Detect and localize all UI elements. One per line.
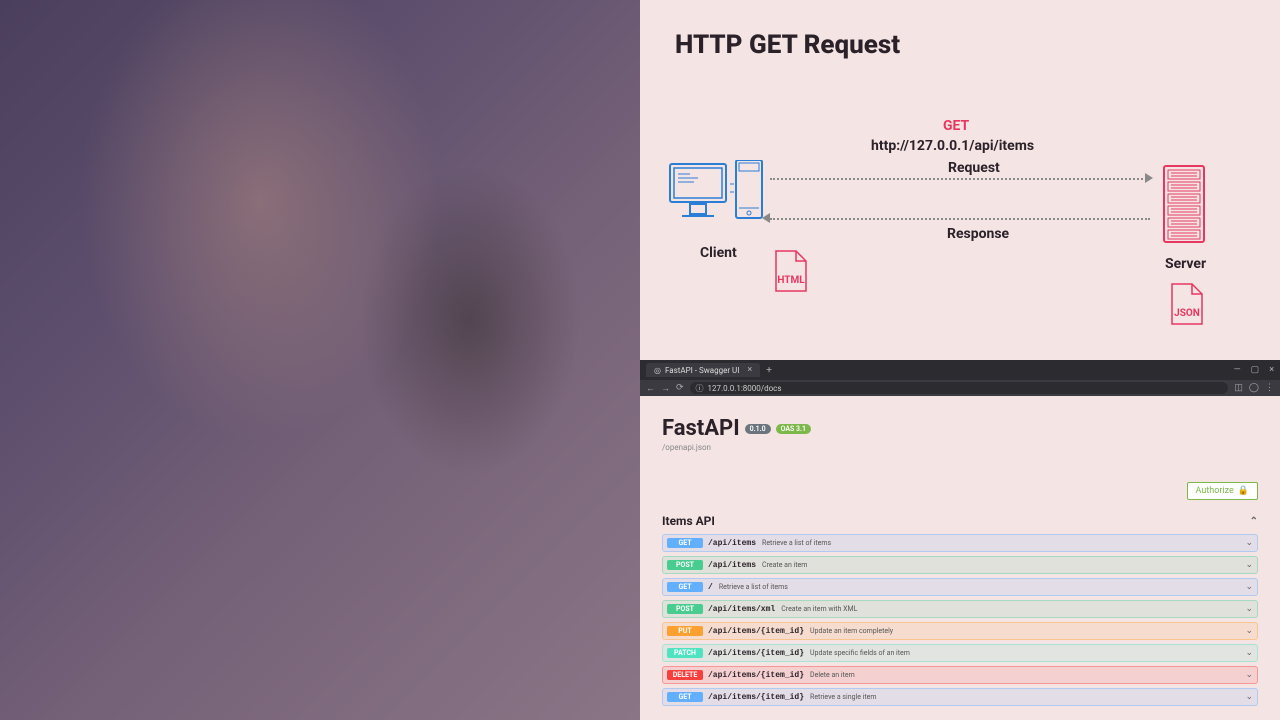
- right-panel: HTTP GET Request GET http://127.0.0.1/ap…: [640, 0, 1280, 720]
- method-badge: PATCH: [667, 648, 703, 658]
- maximize-icon[interactable]: ▢: [1251, 365, 1260, 375]
- back-icon[interactable]: ←: [646, 383, 655, 394]
- method-badge: GET: [667, 692, 703, 702]
- version-badge: 0.1.0: [745, 424, 771, 434]
- request-arrow: [770, 178, 1150, 180]
- json-file-icon: JSON: [1167, 283, 1207, 329]
- group-name: Items API: [662, 514, 715, 528]
- endpoint-description: Retrieve a list of items: [719, 583, 788, 591]
- swagger-page: FastAPI 0.1.0 OAS 3.1 /openapi.json Auth…: [640, 396, 1280, 500]
- group-header[interactable]: Items API ⌃: [662, 508, 1258, 534]
- server-label: Server: [1165, 256, 1206, 272]
- endpoint-description: Update an item completely: [810, 627, 893, 635]
- close-icon[interactable]: ×: [1269, 365, 1274, 375]
- window-controls: — ▢ ×: [1234, 365, 1274, 375]
- endpoint-row[interactable]: PUT/api/items/{item_id} Update an item co…: [662, 622, 1258, 640]
- forward-icon[interactable]: →: [661, 383, 670, 394]
- url-text: 127.0.0.1:8000/docs: [708, 384, 782, 393]
- request-label: Request: [948, 160, 1000, 176]
- endpoint-description: Update specific fields of an item: [810, 649, 910, 657]
- server-icon: [1163, 165, 1205, 247]
- endpoint-description: Retrieve a list of items: [762, 539, 831, 547]
- api-name: FastAPI: [662, 416, 740, 441]
- reload-icon[interactable]: ⟳: [676, 383, 684, 393]
- request-arrow-head: [1145, 173, 1153, 183]
- chevron-down-icon: ⌄: [1245, 560, 1253, 570]
- chevron-down-icon: ⌄: [1245, 538, 1253, 548]
- menu-icon[interactable]: ⋮: [1265, 383, 1274, 393]
- endpoint-row[interactable]: POST/api/items Create an item ⌄: [662, 556, 1258, 574]
- api-group: Items API ⌃ GET/api/items Retrieve a list…: [662, 508, 1258, 706]
- background-photo: [0, 0, 640, 720]
- endpoint-description: Delete an item: [810, 671, 855, 679]
- endpoint-path: /api/items/{item_id}: [708, 649, 804, 658]
- authorize-label: Authorize: [1196, 486, 1234, 496]
- client-icon: [668, 160, 768, 228]
- chevron-down-icon: ⌄: [1245, 670, 1253, 680]
- http-method-label: GET: [943, 118, 969, 134]
- openapi-link[interactable]: /openapi.json: [662, 443, 1258, 452]
- chevron-down-icon: ⌄: [1245, 582, 1253, 592]
- svg-text:HTML: HTML: [777, 275, 805, 286]
- tab-favicon: ◎: [654, 366, 661, 375]
- chevron-down-icon: ⌄: [1245, 692, 1253, 702]
- chevron-up-icon: ⌃: [1250, 516, 1258, 527]
- diagram-title: HTTP GET Request: [675, 30, 900, 60]
- method-badge: POST: [667, 560, 703, 570]
- tab-close-icon[interactable]: ×: [747, 365, 752, 375]
- chevron-down-icon: ⌄: [1245, 648, 1253, 658]
- endpoint-row[interactable]: POST/api/items/xml Create an item with XM…: [662, 600, 1258, 618]
- authorize-button[interactable]: Authorize 🔒: [1187, 482, 1258, 500]
- client-label: Client: [700, 245, 737, 261]
- svg-text:JSON: JSON: [1174, 308, 1200, 319]
- chevron-down-icon: ⌄: [1245, 604, 1253, 614]
- endpoint-path: /: [708, 583, 713, 592]
- response-arrow: [770, 218, 1150, 220]
- method-badge: GET: [667, 582, 703, 592]
- browser-address-bar: ← → ⟳ ⓘ 127.0.0.1:8000/docs ◫ ◯ ⋮: [640, 380, 1280, 396]
- response-label: Response: [947, 226, 1009, 242]
- endpoint-list: GET/api/itemsRetrieve a list of items⌄PO…: [662, 534, 1258, 706]
- endpoint-row[interactable]: GET/api/items/{item_id} Retrieve a single…: [662, 688, 1258, 706]
- http-url-label: http://127.0.0.1/api/items: [871, 138, 1034, 154]
- endpoint-row[interactable]: GET / Retrieve a list of items ⌄: [662, 578, 1258, 596]
- response-arrow-head: [762, 213, 770, 223]
- endpoint-row[interactable]: DELETE/api/items/{item_id} Delete an item…: [662, 666, 1258, 684]
- endpoint-row[interactable]: GET/api/items Retrieve a list of items ⌄: [662, 534, 1258, 552]
- browser-tab[interactable]: ◎ FastAPI - Swagger UI ×: [646, 363, 760, 377]
- oas-badge: OAS 3.1: [776, 424, 811, 434]
- endpoint-path: /api/items/{item_id}: [708, 671, 804, 680]
- http-diagram: HTTP GET Request GET http://127.0.0.1/ap…: [640, 0, 1280, 360]
- lock-icon: 🔒: [1238, 486, 1249, 496]
- method-badge: GET: [667, 538, 703, 548]
- method-badge: POST: [667, 604, 703, 614]
- endpoint-description: Create an item: [762, 561, 807, 569]
- chevron-down-icon: ⌄: [1245, 626, 1253, 636]
- endpoint-path: /api/items/xml: [708, 605, 775, 614]
- browser-window: ◎ FastAPI - Swagger UI × + — ▢ × ← → ⟳ ⓘ…: [640, 360, 1280, 720]
- html-file-icon: HTML: [771, 250, 811, 296]
- endpoint-description: Retrieve a single item: [810, 693, 877, 701]
- extensions-icon[interactable]: ◫: [1234, 383, 1243, 393]
- method-badge: DELETE: [667, 670, 703, 680]
- swagger-title: FastAPI 0.1.0 OAS 3.1: [662, 416, 811, 441]
- endpoint-description: Create an item with XML: [781, 605, 857, 613]
- site-info-icon[interactable]: ⓘ: [696, 383, 704, 394]
- url-input[interactable]: ⓘ 127.0.0.1:8000/docs: [690, 382, 1229, 394]
- minimize-icon[interactable]: —: [1234, 365, 1241, 375]
- method-badge: PUT: [667, 626, 703, 636]
- tab-title: FastAPI - Swagger UI: [665, 366, 739, 375]
- endpoint-path: /api/items/{item_id}: [708, 627, 804, 636]
- endpoint-path: /api/items: [708, 561, 756, 570]
- endpoint-row[interactable]: PATCH/api/items/{item_id} Update specific…: [662, 644, 1258, 662]
- endpoint-path: /api/items: [708, 539, 756, 548]
- new-tab-icon[interactable]: +: [766, 365, 772, 376]
- profile-icon[interactable]: ◯: [1249, 383, 1259, 393]
- endpoint-path: /api/items/{item_id}: [708, 693, 804, 702]
- browser-titlebar: ◎ FastAPI - Swagger UI × + — ▢ ×: [640, 360, 1280, 380]
